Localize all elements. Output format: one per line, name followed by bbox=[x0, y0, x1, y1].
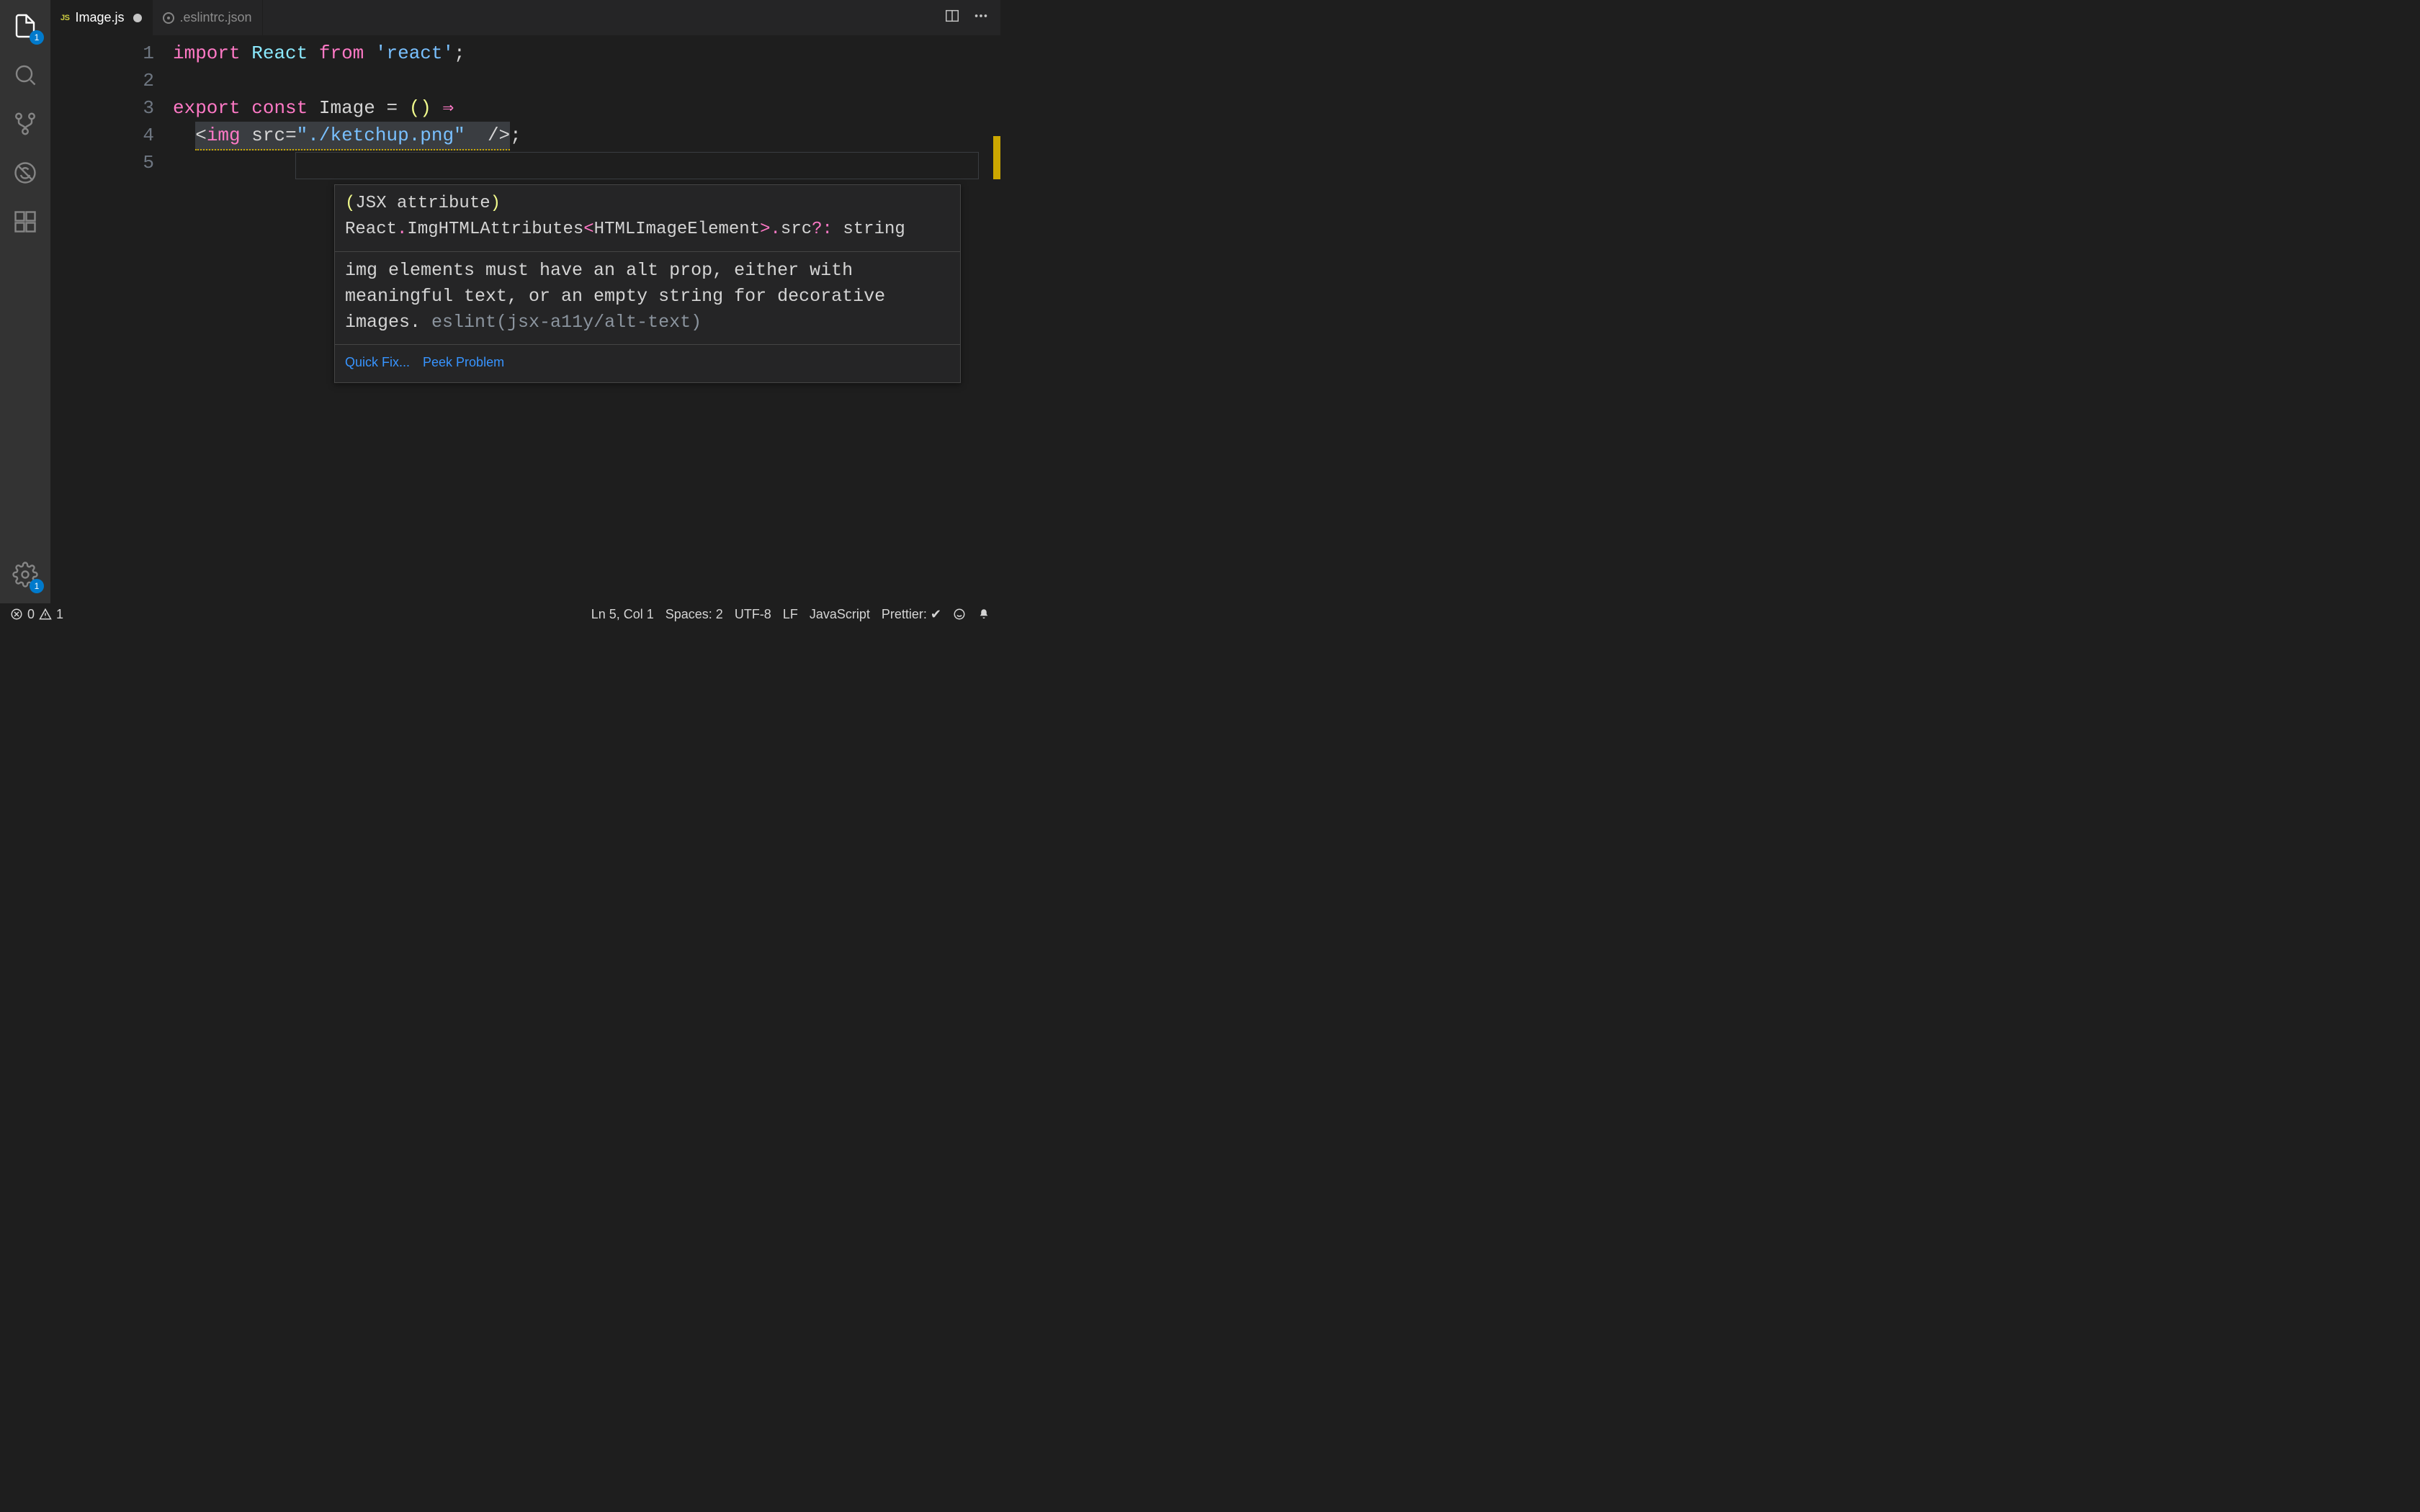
status-cursor-position[interactable]: Ln 5, Col 1 bbox=[591, 607, 654, 622]
explorer-icon[interactable]: 1 bbox=[8, 9, 42, 43]
settings-badge: 1 bbox=[30, 579, 44, 593]
quick-fix-link[interactable]: Quick Fix... bbox=[345, 349, 410, 375]
hover-message: img elements must have an alt prop, eith… bbox=[335, 252, 960, 344]
code-line-4: <img src="./ketchup.png" />; bbox=[173, 122, 1000, 150]
debug-disabled-icon[interactable] bbox=[8, 156, 42, 190]
tab-eslintrc-json[interactable]: .eslintrc.json bbox=[153, 0, 263, 35]
status-feedback-icon[interactable] bbox=[953, 608, 966, 621]
settings-gear-icon[interactable]: 1 bbox=[8, 557, 42, 592]
hover-signature: (JSX attribute) React.ImgHTMLAttributes<… bbox=[335, 185, 960, 252]
status-encoding[interactable]: UTF-8 bbox=[735, 607, 771, 622]
activity-bar: 1 bbox=[0, 0, 50, 603]
code-line-2 bbox=[173, 67, 1000, 94]
tab-image-js[interactable]: JS Image.js bbox=[50, 0, 153, 35]
line-number: 3 bbox=[50, 94, 154, 122]
error-count: 0 bbox=[27, 607, 35, 622]
editor-actions bbox=[933, 0, 1000, 35]
code-line-5 bbox=[173, 150, 1000, 178]
status-bar: 0 1 Ln 5, Col 1 Spaces: 2 UTF-8 LF JavaS… bbox=[0, 603, 1000, 625]
status-indentation[interactable]: Spaces: 2 bbox=[666, 607, 723, 622]
status-bell-icon[interactable] bbox=[977, 608, 990, 621]
search-icon[interactable] bbox=[8, 58, 42, 92]
editor-group: JS Image.js .eslintrc.json 1 2 bbox=[50, 0, 1000, 603]
warning-count: 1 bbox=[56, 607, 63, 622]
status-eol[interactable]: LF bbox=[783, 607, 798, 622]
json-file-icon bbox=[163, 12, 174, 24]
tabs: JS Image.js .eslintrc.json bbox=[50, 0, 1000, 35]
line-number: 4 bbox=[50, 122, 154, 149]
tab-title: Image.js bbox=[75, 10, 124, 25]
tab-title: .eslintrc.json bbox=[180, 10, 252, 25]
status-problems[interactable]: 0 1 bbox=[10, 607, 63, 622]
editor[interactable]: 1 2 3 4 5 import React from 'react'; exp… bbox=[50, 35, 1000, 603]
code-line-1: import React from 'react'; bbox=[173, 40, 1000, 67]
status-prettier[interactable]: Prettier: ✔ bbox=[882, 607, 941, 622]
line-gutter: 1 2 3 4 5 bbox=[50, 35, 173, 603]
more-actions-icon[interactable] bbox=[973, 8, 989, 27]
status-language-mode[interactable]: JavaScript bbox=[810, 607, 870, 622]
warning-icon bbox=[39, 608, 52, 621]
split-editor-icon[interactable] bbox=[944, 8, 960, 27]
line-number: 5 bbox=[50, 149, 154, 176]
line-number: 1 bbox=[50, 40, 154, 67]
line-number: 2 bbox=[50, 67, 154, 94]
dirty-indicator-icon bbox=[133, 14, 142, 22]
error-icon bbox=[10, 608, 23, 621]
hover-widget: (JSX attribute) React.ImgHTMLAttributes<… bbox=[334, 184, 961, 383]
peek-problem-link[interactable]: Peek Problem bbox=[423, 349, 504, 375]
js-file-icon: JS bbox=[60, 14, 69, 22]
code-area[interactable]: import React from 'react'; export const … bbox=[173, 35, 1000, 603]
hover-actions: Quick Fix... Peek Problem bbox=[335, 344, 960, 382]
explorer-badge: 1 bbox=[30, 30, 44, 45]
extensions-icon[interactable] bbox=[8, 204, 42, 239]
minimap-warning-marker[interactable] bbox=[993, 136, 1000, 179]
source-control-icon[interactable] bbox=[8, 107, 42, 141]
code-line-3: export const Image = () ⇒ bbox=[173, 94, 1000, 122]
